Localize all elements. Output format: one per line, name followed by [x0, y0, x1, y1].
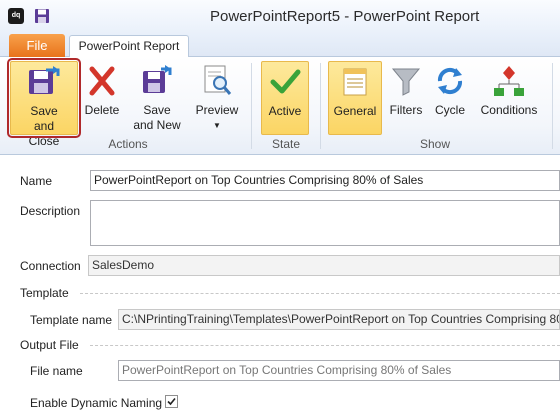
save-close-icon	[29, 66, 60, 94]
connection-field[interactable]: SalesDemo	[88, 255, 560, 276]
checkmark-icon	[270, 69, 301, 94]
dynamic-naming-checkbox[interactable]	[165, 395, 178, 408]
file-name-field[interactable]: PowerPointReport on Top Countries Compri…	[118, 360, 560, 381]
group-separator	[552, 63, 553, 149]
preview-button[interactable]: Preview ▼	[192, 61, 242, 135]
save-and-new-button[interactable]: Save and New	[128, 61, 186, 135]
delete-button[interactable]: Delete	[82, 61, 122, 135]
description-label: Description	[20, 204, 81, 218]
save-new-icon	[143, 65, 172, 93]
group-label-actions: Actions	[108, 137, 148, 151]
filters-button[interactable]: Filters	[386, 61, 426, 135]
tab-file[interactable]: File	[9, 34, 65, 57]
template-section-label: Template	[20, 286, 69, 300]
preview-label: Preview	[195, 103, 239, 117]
connection-label: Connection	[20, 259, 81, 273]
description-field[interactable]	[90, 200, 560, 246]
template-name-field[interactable]: C:\NPrintingTraining\Templates\PowerPoin…	[118, 309, 560, 330]
template-section-divider	[80, 293, 560, 294]
group-separator	[320, 63, 321, 149]
report-form: Name PowerPointReport on Top Countries C…	[0, 156, 560, 420]
checkmark-icon	[167, 397, 176, 406]
conditions-icon	[494, 66, 524, 96]
active-label: Active	[268, 104, 302, 118]
save-and-close-button[interactable]: Save and Close	[7, 58, 81, 148]
template-name-label: Template name	[30, 313, 113, 327]
output-section-label: Output File	[20, 338, 79, 352]
conditions-button[interactable]: Conditions	[476, 61, 542, 135]
file-name-label: File name	[30, 364, 83, 378]
delete-label: Delete	[84, 103, 120, 117]
quick-save-icon[interactable]	[34, 8, 50, 24]
general-button[interactable]: General	[328, 61, 382, 135]
name-field[interactable]: PowerPointReport on Top Countries Compri…	[90, 170, 560, 191]
app-icon[interactable]: dq	[8, 8, 24, 24]
window-title: PowerPointReport5 - PowerPoint Report	[210, 8, 480, 25]
active-button[interactable]: Active	[261, 61, 309, 135]
ribbon: Save and Close Delete Save and New Previ…	[0, 57, 560, 155]
group-label-state: State	[271, 137, 301, 151]
tab-powerpoint-report[interactable]: PowerPoint Report	[69, 35, 189, 58]
cycle-button[interactable]: Cycle	[430, 61, 470, 135]
name-label: Name	[20, 174, 53, 188]
chevron-down-icon: ▼	[213, 121, 221, 130]
dynamic-naming-label: Enable Dynamic Naming	[30, 396, 163, 410]
ribbon-tabs: File PowerPoint Report	[0, 34, 560, 58]
general-document-icon	[343, 68, 367, 96]
general-label: General	[333, 104, 377, 118]
delete-icon	[89, 66, 115, 96]
group-label-show: Show	[419, 137, 451, 151]
title-bar: dq PowerPointReport5 - PowerPoint Report	[0, 0, 560, 34]
conditions-label: Conditions	[480, 103, 538, 117]
save-and-new-label: Save and New	[133, 103, 181, 132]
filters-label: Filters	[389, 103, 423, 117]
filter-icon	[391, 68, 421, 96]
cycle-icon	[437, 67, 463, 95]
group-separator	[251, 63, 252, 149]
output-section-divider	[90, 345, 560, 346]
cycle-label: Cycle	[434, 103, 465, 117]
preview-icon	[204, 65, 232, 95]
